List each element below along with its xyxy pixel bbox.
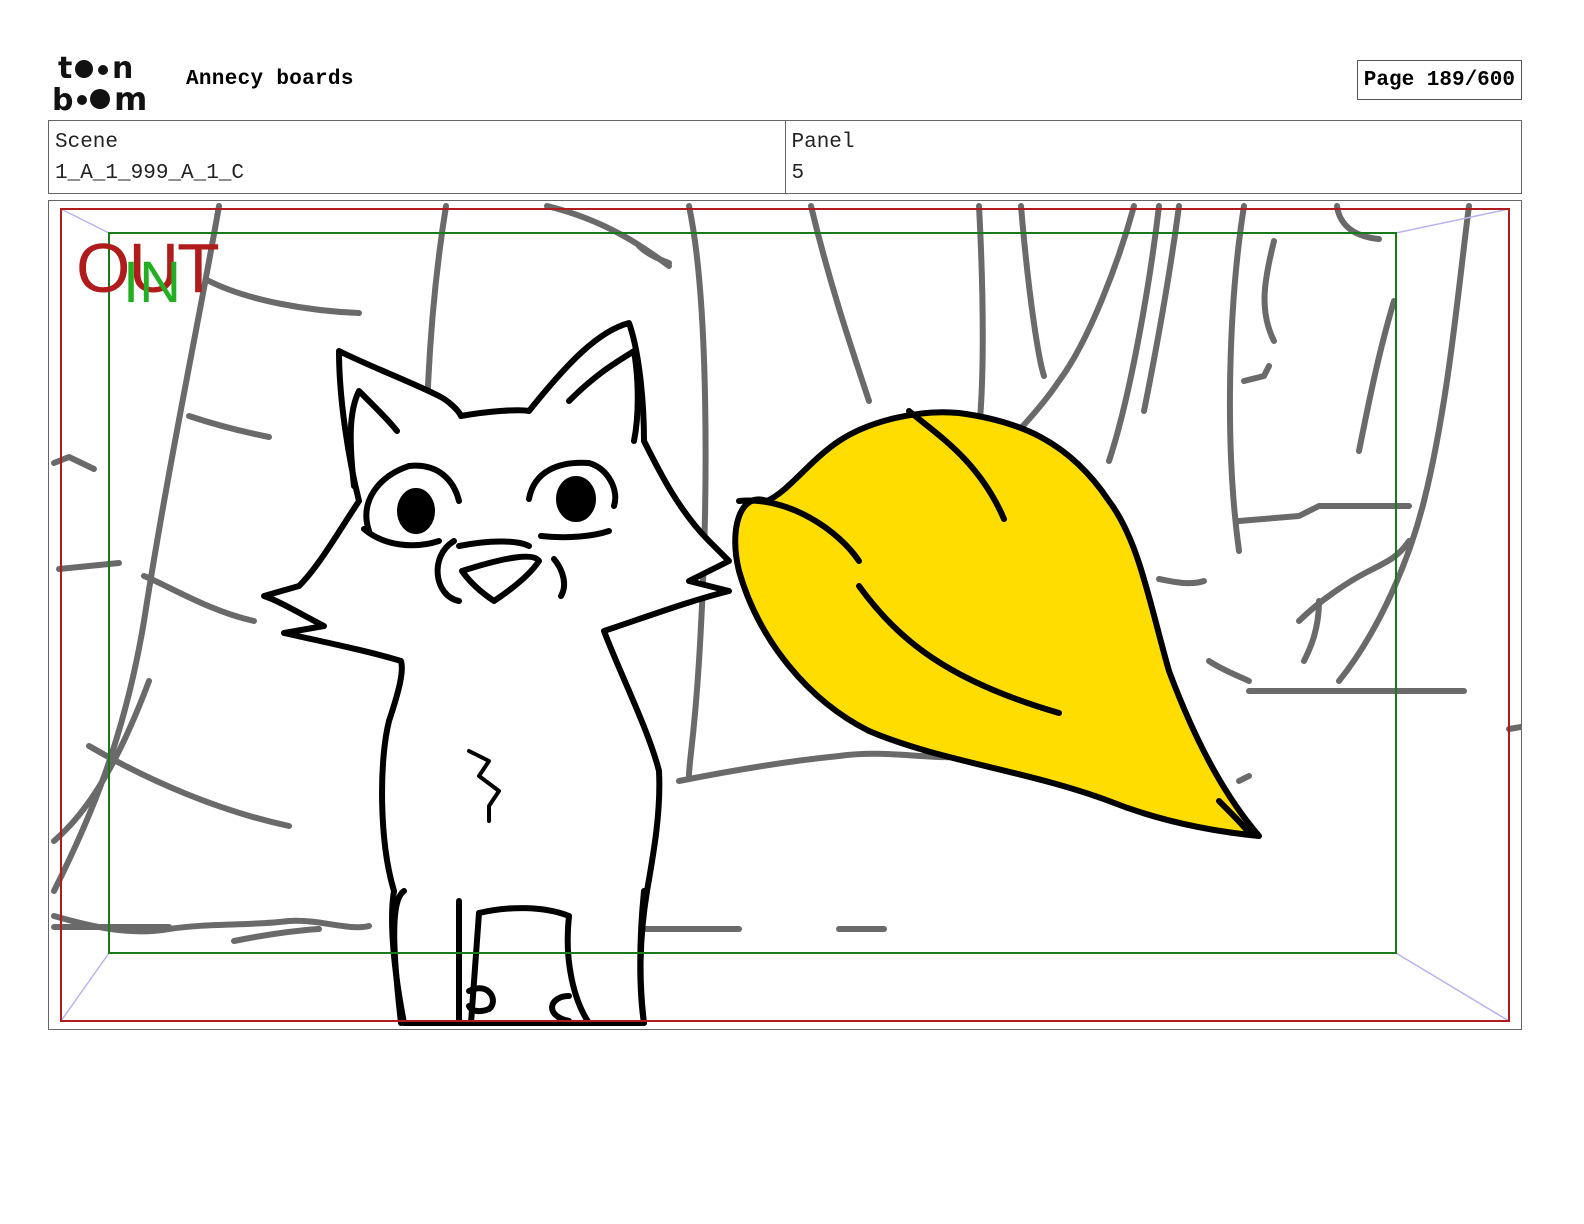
svg-text:m: m	[114, 80, 147, 114]
scene-value: 1_A_1_999_A_1_C	[55, 162, 245, 185]
storyboard-panel: OUT IN	[48, 200, 1522, 1030]
panel-value: 5	[791, 162, 805, 185]
project-title: Annecy boards	[186, 68, 354, 91]
toon-boom-logo: t n b m	[52, 52, 147, 114]
yellow-tail-icon	[732, 408, 1262, 839]
scene-label: Scene	[55, 131, 119, 154]
page-header: t n b m Annecy boards Page 189/600	[48, 48, 1522, 114]
scene-cell: Scene 1_A_1_999_A_1_C	[49, 121, 785, 193]
svg-text:t: t	[58, 52, 72, 86]
svg-text:b: b	[52, 83, 73, 114]
panel-artwork	[51, 203, 1521, 1026]
in-frame-label: IN	[123, 250, 181, 315]
scene-panel-info: Scene 1_A_1_999_A_1_C Panel 5	[48, 120, 1522, 194]
panel-cell: Panel 5	[784, 121, 1522, 193]
cartoon-fox-icon	[261, 320, 732, 1026]
panel-label: Panel	[791, 131, 855, 154]
page-indicator: Page 189/600	[1356, 60, 1522, 100]
